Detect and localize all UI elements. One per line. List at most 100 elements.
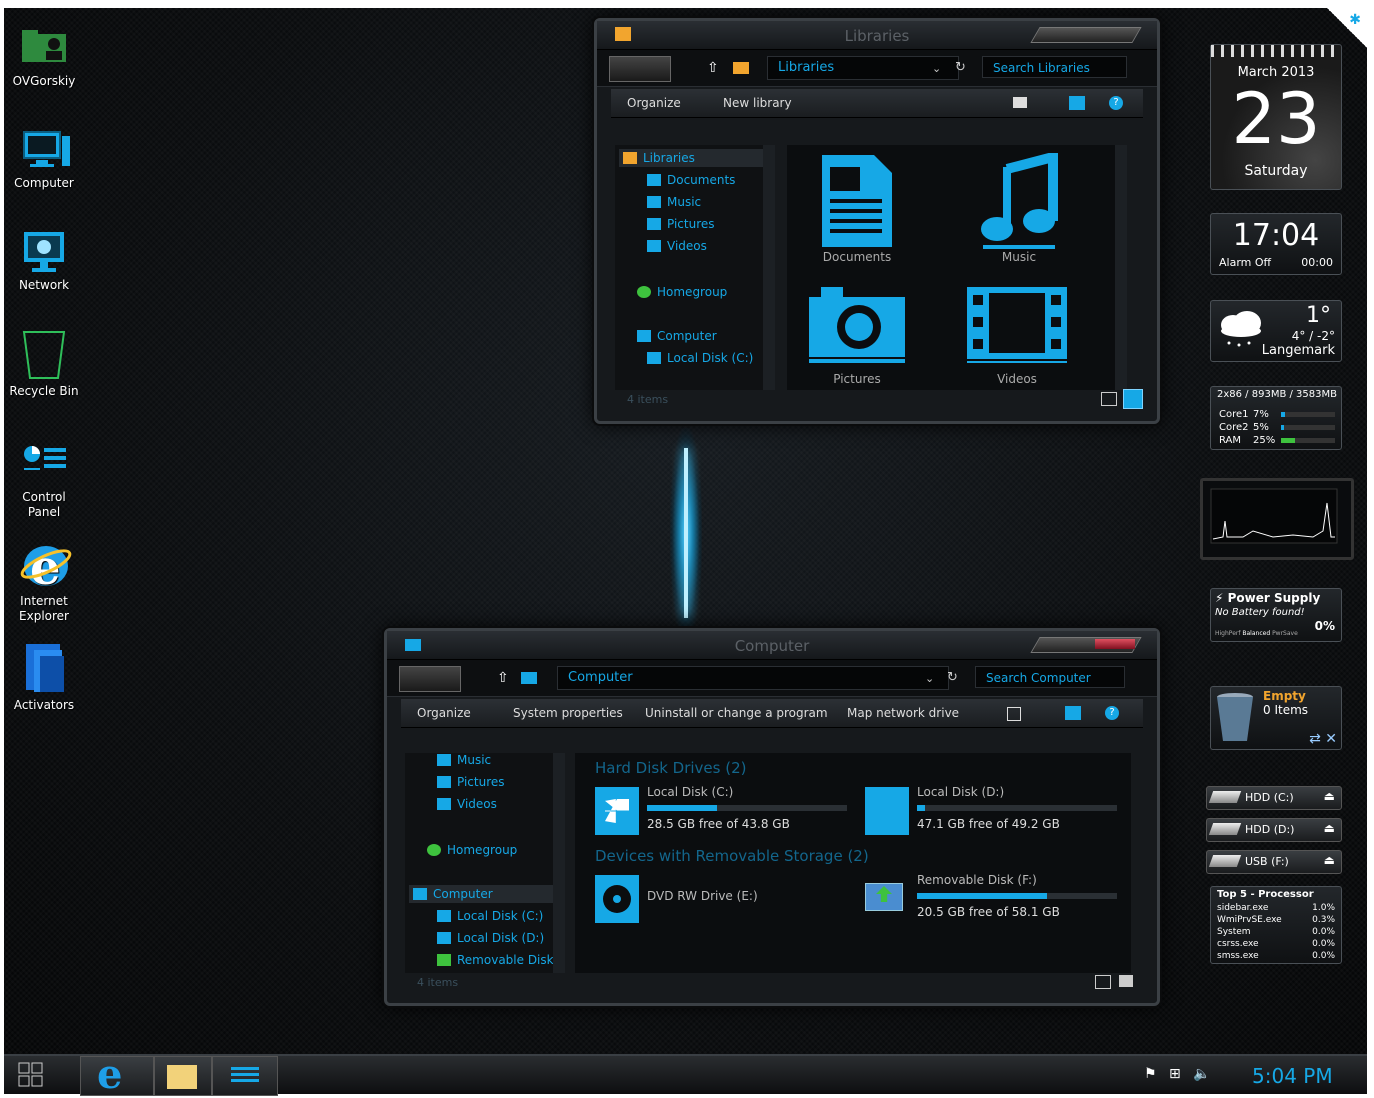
power-supply-gadget[interactable]: ⚡ Power Supply No Battery found! HighPer…	[1210, 588, 1342, 642]
taskbar-explorer-button[interactable]	[154, 1056, 212, 1096]
preview-pane-icon[interactable]	[1065, 706, 1081, 720]
sidebar-corner[interactable]: ✱	[1327, 8, 1367, 48]
uninstall-button[interactable]: Uninstall or change a program	[645, 706, 828, 720]
start-icon[interactable]	[18, 1062, 44, 1088]
large-icons-view-icon[interactable]	[1119, 975, 1133, 987]
clock-gadget[interactable]: 17:04 Alarm Off 00:00	[1210, 213, 1342, 275]
organize-button[interactable]: Organize	[417, 706, 471, 720]
drive-e[interactable]: DVD RW Drive (E:)	[595, 873, 855, 927]
flag-icon[interactable]: ⚑	[1144, 1066, 1157, 1082]
nav-music[interactable]: Music	[437, 753, 491, 767]
nav-pictures[interactable]: Pictures	[437, 775, 505, 789]
title-bar[interactable]: Computer	[387, 631, 1157, 660]
up-arrow-icon[interactable]: ⇧	[497, 670, 509, 686]
drive-f[interactable]: Removable Disk (F:) 20.5 GB free of 58.1…	[865, 873, 1125, 927]
eject-icon[interactable]: ⏏	[1324, 821, 1335, 835]
libraries-window[interactable]: Libraries ⇧ Libraries ⌄ ↻ Search Librari…	[594, 18, 1160, 424]
drive-c[interactable]: Local Disk (C:) 28.5 GB free of 43.8 GB	[595, 785, 855, 839]
nav-videos[interactable]: Videos	[647, 239, 707, 253]
nav-local-disk-c[interactable]: Local Disk (C:)	[437, 909, 543, 923]
preview-pane-icon[interactable]	[1069, 96, 1085, 110]
drive-free: 47.1 GB free of 49.2 GB	[917, 817, 1060, 831]
details-view-icon[interactable]	[1095, 975, 1111, 989]
settings-icon[interactable]: ✱	[1349, 12, 1361, 28]
calendar-gadget[interactable]: March 2013 23 Saturday	[1210, 44, 1342, 190]
window-controls[interactable]	[1030, 27, 1142, 43]
weather-gadget[interactable]: 1° 4° / -2° Langemark	[1210, 300, 1342, 362]
drive-gadget-row[interactable]: HDD (D:) ⏏	[1206, 818, 1342, 842]
scrollbar[interactable]	[763, 145, 775, 390]
nav-music[interactable]: Music	[647, 195, 701, 209]
mode-pwrsave[interactable]: PwrSave	[1272, 630, 1298, 637]
group-header-hdd[interactable]: Hard Disk Drives (2)	[595, 759, 746, 777]
mode-balanced[interactable]: Balanced	[1242, 630, 1270, 637]
chevron-down-icon[interactable]: ⌄	[932, 62, 941, 75]
desktop-icon-network[interactable]: Network	[4, 230, 84, 293]
scrollbar[interactable]	[553, 753, 565, 973]
view-icon[interactable]	[1007, 707, 1021, 721]
close-button[interactable]	[1095, 639, 1135, 649]
mode-highperf[interactable]: HighPerf	[1215, 630, 1240, 637]
chevron-down-icon[interactable]: ⌄	[925, 672, 934, 685]
eject-icon[interactable]: ⏏	[1324, 853, 1335, 867]
nav-computer[interactable]: Computer	[409, 885, 555, 903]
item-music[interactable]: Music	[979, 150, 1059, 264]
back-forward-buttons[interactable]	[399, 666, 461, 692]
volume-icon[interactable]: 🔈	[1193, 1066, 1210, 1082]
taskbar-ie-button[interactable]: e	[80, 1051, 154, 1098]
refresh-icon[interactable]: ↻	[955, 60, 966, 75]
title-bar[interactable]: Libraries	[597, 21, 1157, 50]
desktop-icon-recycle-bin[interactable]: Recycle Bin	[4, 330, 84, 399]
up-arrow-icon[interactable]: ⇧	[707, 60, 719, 76]
help-icon[interactable]: ?	[1109, 96, 1123, 110]
group-header-removable[interactable]: Devices with Removable Storage (2)	[595, 847, 869, 865]
taskbar-clock[interactable]: 5:04 PM	[1252, 1064, 1333, 1088]
drive-gadget-row[interactable]: USB (F:) ⏏	[1206, 850, 1342, 874]
map-network-drive-button[interactable]: Map network drive	[847, 706, 959, 720]
address-field[interactable]: Libraries	[767, 56, 959, 80]
nav-homegroup[interactable]: Homegroup	[427, 843, 517, 857]
system-properties-button[interactable]: System properties	[513, 706, 623, 720]
nav-libraries[interactable]: Libraries	[619, 149, 765, 167]
large-icons-view-icon[interactable]	[1123, 389, 1143, 409]
nav-pictures[interactable]: Pictures	[647, 217, 715, 231]
eject-icon[interactable]: ⏏	[1324, 789, 1335, 803]
back-forward-buttons[interactable]	[609, 56, 671, 82]
item-documents[interactable]: Documents	[817, 153, 897, 264]
drives-gadget[interactable]: HDD (C:) ⏏ HDD (D:) ⏏ USB (F:) ⏏	[1206, 786, 1342, 882]
network-meter-gadget[interactable]	[1200, 478, 1354, 560]
nav-homegroup[interactable]: Homegroup	[637, 285, 727, 299]
recycle-actions[interactable]: ⇄ ✕	[1309, 731, 1337, 747]
nav-documents[interactable]: Documents	[647, 173, 735, 187]
address-field[interactable]: Computer	[557, 666, 949, 690]
nav-computer[interactable]: Computer	[637, 329, 717, 343]
nav-videos[interactable]: Videos	[437, 797, 497, 811]
desktop-icon-internet-explorer[interactable]: e Internet Explorer	[4, 538, 84, 624]
desktop-icon-ovgorskiy[interactable]: OVGorskiy	[4, 26, 84, 89]
search-input[interactable]: Search Computer	[975, 666, 1125, 688]
computer-window[interactable]: Computer ⇧ Computer ⌄ ↻ Search Computer …	[384, 628, 1160, 1006]
cpu-meter-gadget[interactable]: 2x86 / 893MB / 3583MB Core1 7% Core2 5% RAM 2…	[1210, 386, 1342, 450]
recycle-bin-gadget[interactable]: Empty 0 Items ⇄ ✕	[1210, 686, 1342, 750]
top5-gadget[interactable]: Top 5 - Processor sidebar.exe 1.0% WmiPrvS…	[1210, 886, 1342, 964]
new-library-button[interactable]: New library	[723, 96, 792, 110]
refresh-icon[interactable]: ↻	[947, 670, 958, 685]
nav-local-disk-d[interactable]: Local Disk (D:)	[437, 931, 544, 945]
help-icon[interactable]: ?	[1105, 706, 1119, 720]
desktop-icon-activators[interactable]: Activators	[4, 640, 84, 713]
organize-button[interactable]: Organize	[627, 96, 681, 110]
drive-d[interactable]: Local Disk (D:) 47.1 GB free of 49.2 GB	[865, 785, 1125, 839]
network-tray-icon[interactable]: ⊞	[1169, 1066, 1181, 1082]
item-pictures[interactable]: Pictures	[807, 283, 907, 386]
scrollbar[interactable]	[1115, 145, 1127, 390]
search-input[interactable]: Search Libraries	[982, 56, 1127, 78]
item-videos[interactable]: Videos	[967, 283, 1067, 386]
nav-local-disk-c[interactable]: Local Disk (C:)	[647, 351, 753, 365]
taskbar-control-panel-button[interactable]	[212, 1056, 278, 1096]
desktop-icon-computer[interactable]: Computer	[4, 128, 84, 191]
details-view-icon[interactable]	[1101, 392, 1117, 406]
desktop-icon-control-panel[interactable]: Control Panel	[4, 442, 84, 520]
view-icon[interactable]	[1013, 97, 1027, 108]
drive-gadget-row[interactable]: HDD (C:) ⏏	[1206, 786, 1342, 810]
nav-removable-disk[interactable]: Removable Disk (	[437, 953, 562, 967]
